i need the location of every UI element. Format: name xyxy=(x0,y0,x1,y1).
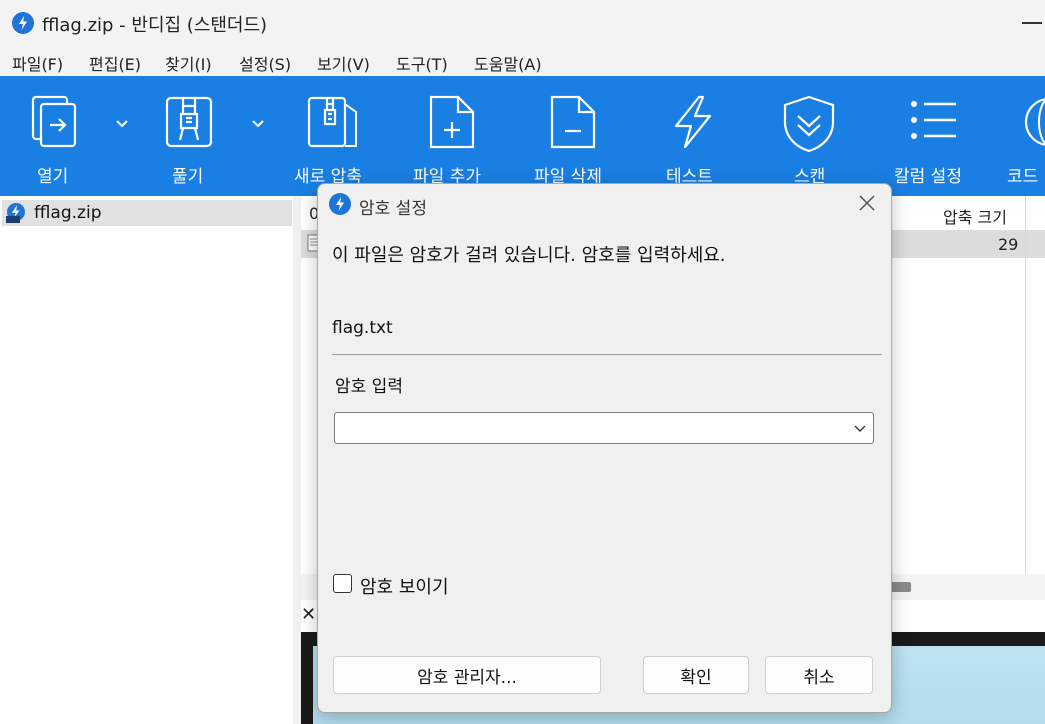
menu-view[interactable]: 보기(V) xyxy=(317,51,370,75)
tree-item-label: fflag.zip xyxy=(34,203,102,223)
shield-icon xyxy=(783,95,835,153)
bandizip-app-icon xyxy=(12,12,34,34)
lightning-icon xyxy=(674,95,712,149)
show-password-label[interactable]: 암호 보이기 xyxy=(360,573,449,599)
open-folder-icon xyxy=(31,95,77,148)
ok-button[interactable]: 확인 xyxy=(643,656,749,694)
extract-label: 풀기 xyxy=(172,167,204,187)
codepage-button[interactable]: 코드 xyxy=(1005,76,1045,196)
dialog-title: 암호 설정 xyxy=(359,199,427,219)
new-archive-icon xyxy=(307,96,357,148)
codepage-label: 코드 xyxy=(1007,167,1039,187)
chevron-down-icon[interactable] xyxy=(853,421,867,435)
add-file-button[interactable]: 파일 추가 xyxy=(410,76,494,196)
column-settings-button[interactable]: 칼럼 설정 xyxy=(890,76,980,196)
open-label: 열기 xyxy=(37,167,69,187)
password-input[interactable] xyxy=(341,417,845,441)
password-dialog: 암호 설정 이 파일은 암호가 걸려 있습니다. 암호를 입력하세요. flag… xyxy=(317,183,892,713)
dialog-divider xyxy=(332,354,882,355)
open-dropdown-chevron-icon[interactable] xyxy=(112,114,132,134)
show-password-checkbox[interactable] xyxy=(333,574,352,593)
scrollbar-thumb[interactable] xyxy=(890,582,911,592)
menu-help[interactable]: 도움말(A) xyxy=(474,51,542,75)
globe-icon xyxy=(1024,98,1045,146)
zip-file-icon xyxy=(6,203,25,223)
dialog-filename: flag.txt xyxy=(332,318,393,338)
menu-tools[interactable]: 도구(T) xyxy=(396,51,448,75)
password-label: 암호 입력 xyxy=(335,377,403,397)
open-button[interactable]: 열기 xyxy=(18,76,98,196)
password-manager-button[interactable]: 암호 관리자... xyxy=(333,656,601,694)
delete-file-icon xyxy=(550,95,596,149)
columns-list-icon xyxy=(911,101,956,139)
dialog-message: 이 파일은 암호가 걸려 있습니다. 암호를 입력하세요. xyxy=(332,245,726,266)
menu-settings[interactable]: 설정(S) xyxy=(239,51,291,75)
password-combobox[interactable] xyxy=(334,412,874,444)
menu-find[interactable]: 찾기(I) xyxy=(165,51,212,75)
pane-splitter[interactable] xyxy=(293,196,301,724)
window-title: fflag.zip - 반디집 (스탠더드) xyxy=(42,15,268,36)
title-bar: fflag.zip - 반디집 (스탠더드) xyxy=(0,0,1045,46)
delete-file-button[interactable]: 파일 삭제 xyxy=(531,76,615,196)
extract-zipper-icon xyxy=(165,96,213,148)
preview-close-icon[interactable]: ✕ xyxy=(301,604,316,625)
add-file-icon xyxy=(429,95,475,149)
menu-bar: 파일(F) 편집(E) 찾기(I) 설정(S) 보기(V) 도구(T) 도움말(… xyxy=(0,46,1045,76)
scan-button[interactable]: 스캔 xyxy=(775,76,845,196)
menu-file[interactable]: 파일(F) xyxy=(12,51,63,75)
bandizip-dialog-icon xyxy=(329,193,351,215)
menu-edit[interactable]: 편집(E) xyxy=(89,51,141,75)
column-header-compressed-size[interactable]: 압축 크기 xyxy=(943,204,1007,228)
toolbar: 열기 풀기 새로 압축 파일 추가 파일 삭제 테스트 스캔 칼럼 설정 코드 xyxy=(0,76,1045,196)
column-divider xyxy=(1025,196,1026,576)
row-compressed-size: 29 xyxy=(998,235,1019,254)
column-settings-label: 칼럼 설정 xyxy=(894,167,962,187)
minimize-button[interactable] xyxy=(1022,22,1042,24)
extract-dropdown-chevron-icon[interactable] xyxy=(248,114,268,134)
extract-button[interactable]: 풀기 xyxy=(150,76,230,196)
new-archive-button[interactable]: 새로 압축 xyxy=(288,76,380,196)
cancel-button[interactable]: 취소 xyxy=(765,656,873,694)
test-button[interactable]: 테스트 xyxy=(660,76,730,196)
close-icon[interactable] xyxy=(856,192,878,214)
folder-tree: fflag.zip xyxy=(0,196,293,724)
